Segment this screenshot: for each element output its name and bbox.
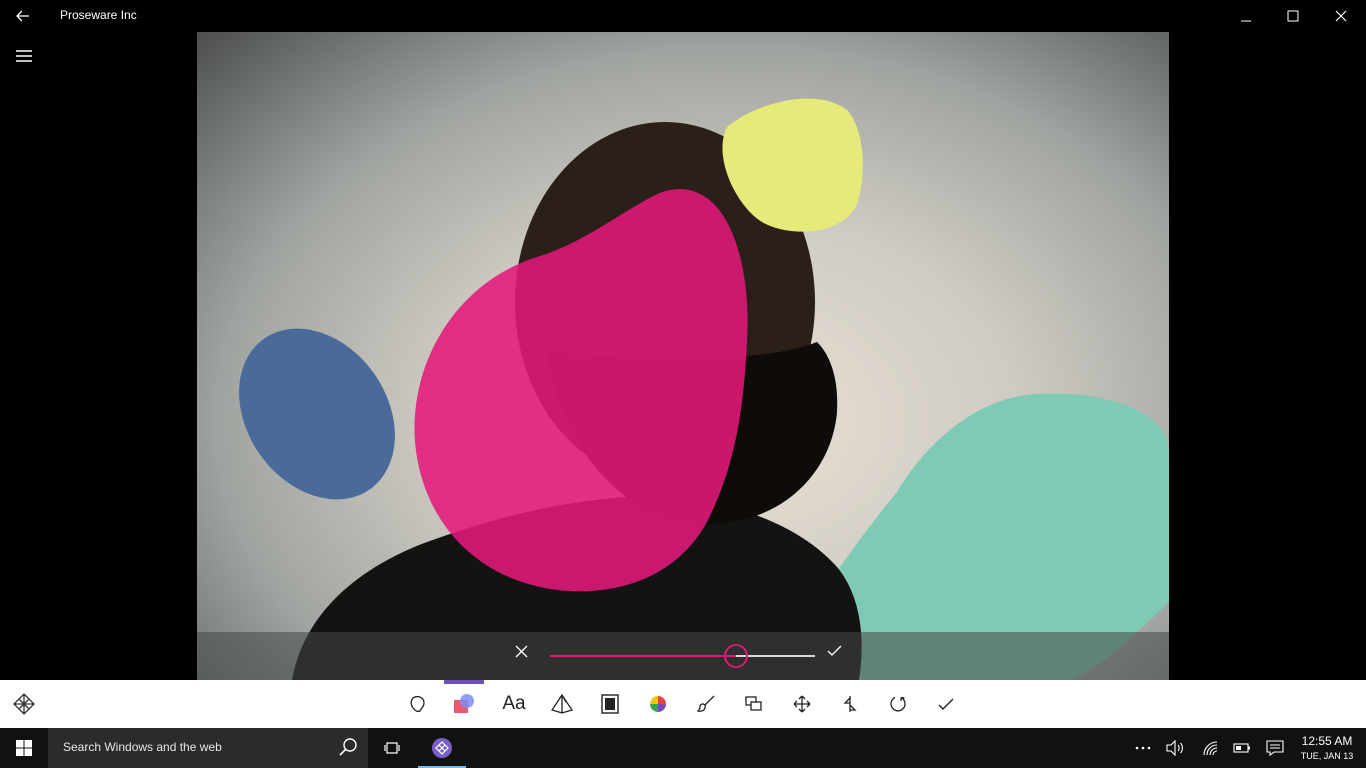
blue-shape[interactable] bbox=[207, 298, 427, 529]
slider-cancel-button[interactable] bbox=[515, 645, 537, 667]
tool-rotate[interactable] bbox=[878, 680, 918, 728]
slider-thumb[interactable] bbox=[723, 644, 748, 668]
tool-frame[interactable] bbox=[590, 680, 630, 728]
minimize-icon bbox=[1241, 20, 1251, 22]
tool-move[interactable] bbox=[782, 680, 822, 728]
arrange-icon bbox=[745, 696, 762, 711]
tool-layers[interactable] bbox=[444, 680, 484, 728]
window-title: Proseware Inc bbox=[60, 8, 137, 22]
tool-arrange[interactable] bbox=[734, 680, 774, 728]
network-button[interactable] bbox=[1197, 728, 1223, 768]
rotate-icon bbox=[890, 696, 906, 712]
color-wheel-icon bbox=[650, 696, 666, 712]
flip-icon bbox=[843, 696, 857, 712]
editing-toolbar: Aa bbox=[0, 680, 1366, 728]
battery-button[interactable] bbox=[1229, 728, 1255, 768]
proseware-app-icon bbox=[432, 738, 452, 758]
photo-canvas[interactable] bbox=[197, 32, 1169, 680]
checkmark-icon bbox=[938, 698, 954, 710]
move-icon bbox=[793, 695, 811, 713]
title-bar: Proseware Inc bbox=[0, 0, 1366, 32]
search-icon bbox=[339, 738, 357, 756]
windows-logo-icon bbox=[16, 740, 32, 756]
back-button[interactable] bbox=[10, 6, 36, 26]
volume-icon bbox=[1166, 740, 1183, 756]
perspective-icon bbox=[551, 694, 573, 714]
maximize-icon bbox=[1287, 10, 1299, 22]
brush-icon bbox=[697, 695, 715, 712]
taskbar: Search Windows and the web 12:55 AM TUE,… bbox=[0, 728, 1366, 768]
more-dots-icon bbox=[1135, 746, 1151, 750]
app-logo-button[interactable] bbox=[4, 680, 44, 728]
slider-confirm-button[interactable] bbox=[827, 645, 849, 667]
task-view-icon bbox=[384, 742, 400, 754]
pink-shape[interactable] bbox=[414, 189, 748, 592]
search-placeholder: Search Windows and the web bbox=[63, 740, 222, 754]
tool-brush[interactable] bbox=[686, 680, 726, 728]
opacity-slider[interactable] bbox=[550, 644, 815, 668]
battery-icon bbox=[1233, 743, 1250, 753]
taskbar-app-proseware[interactable] bbox=[418, 728, 466, 768]
close-icon bbox=[515, 645, 528, 658]
slider-fill bbox=[550, 655, 736, 657]
taskbar-clock[interactable]: 12:55 AM TUE, JAN 13 bbox=[1292, 734, 1362, 761]
maximize-button[interactable] bbox=[1270, 0, 1316, 32]
layers-color-icon bbox=[454, 694, 474, 713]
tool-shape[interactable] bbox=[398, 680, 438, 728]
frame-icon bbox=[601, 694, 619, 714]
tool-flip[interactable] bbox=[830, 680, 870, 728]
tool-done[interactable] bbox=[926, 680, 966, 728]
hamburger-icon bbox=[16, 50, 32, 62]
app-logo-icon bbox=[13, 693, 35, 715]
start-button[interactable] bbox=[0, 728, 48, 768]
wifi-icon bbox=[1203, 741, 1218, 756]
clock-time: 12:55 AM bbox=[1301, 734, 1353, 748]
blob-shape-icon bbox=[410, 696, 425, 713]
clock-date: TUE, JAN 13 bbox=[1300, 751, 1354, 761]
close-button[interactable] bbox=[1318, 0, 1364, 32]
text-tool-label: Aa bbox=[502, 693, 526, 714]
taskbar-search-box[interactable]: Search Windows and the web bbox=[48, 728, 368, 768]
checkmark-icon bbox=[827, 645, 842, 656]
back-arrow-icon bbox=[16, 10, 29, 22]
minimize-button[interactable] bbox=[1223, 0, 1269, 32]
notifications-icon bbox=[1266, 740, 1284, 756]
hamburger-menu-button[interactable] bbox=[12, 45, 36, 67]
action-center-button[interactable] bbox=[1262, 728, 1288, 768]
close-icon bbox=[1335, 10, 1347, 22]
tool-text[interactable]: Aa bbox=[494, 680, 534, 728]
show-hidden-icons-button[interactable] bbox=[1130, 728, 1156, 768]
tool-color[interactable] bbox=[638, 680, 678, 728]
photo-artwork bbox=[207, 98, 1169, 680]
adjustment-slider-bar bbox=[197, 632, 1169, 680]
tool-perspective[interactable] bbox=[542, 680, 582, 728]
volume-button[interactable] bbox=[1162, 728, 1188, 768]
task-view-button[interactable] bbox=[370, 728, 414, 768]
